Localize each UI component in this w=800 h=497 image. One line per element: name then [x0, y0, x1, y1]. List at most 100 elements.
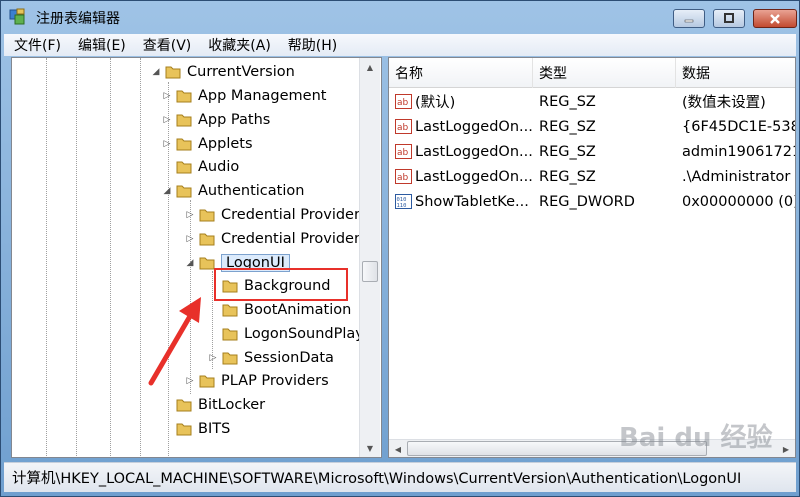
folder-icon: [222, 352, 238, 365]
value-name-cell: 010 110 ShowTabletKe...: [389, 194, 533, 210]
value-name-cell: ab LastLoggedOn...: [389, 144, 533, 160]
collapse-arrow-icon[interactable]: ◢: [151, 67, 161, 77]
minimize-button[interactable]: [673, 9, 705, 28]
window-title: 注册表编辑器: [36, 11, 120, 27]
value-name: LastLoggedOn...: [415, 143, 533, 160]
tree-item-label: Credential Provider: [221, 207, 360, 223]
value-type: REG_DWORD: [539, 193, 635, 210]
svg-text:ab: ab: [397, 123, 409, 133]
folder-icon: [222, 304, 238, 317]
tree-item-logonsoundplay[interactable]: LogonSoundPlay: [208, 323, 364, 345]
folder-icon: [199, 257, 215, 270]
value-row[interactable]: ab LastLoggedOn... REG_SZ .\Administrato…: [389, 164, 795, 189]
registry-app-icon: [9, 8, 25, 25]
scroll-up-arrow-icon[interactable]: ▲: [360, 58, 380, 76]
folder-icon: [176, 161, 192, 174]
collapse-arrow-icon[interactable]: ◢: [185, 258, 195, 268]
column-header-name[interactable]: 名称: [389, 58, 533, 88]
value-row[interactable]: ab (默认) REG_SZ (数值未设置): [389, 89, 795, 114]
tree-vertical-scrollbar[interactable]: ▲ ▼: [359, 58, 380, 457]
value-data: {6F45DC1E-5384: [682, 118, 795, 135]
folder-icon: [176, 423, 192, 436]
value-type: REG_SZ: [539, 168, 596, 185]
close-icon: [770, 13, 780, 24]
menu-view[interactable]: 查看(V): [143, 35, 192, 55]
tree-item-label: LogonSoundPlay: [244, 326, 364, 342]
key-tree-pane[interactable]: ◢ CurrentVersion ▷ App Management ▷ App …: [11, 57, 382, 458]
value-name: (默认): [415, 95, 456, 111]
string-value-icon: ab: [395, 144, 412, 159]
value-row[interactable]: ab LastLoggedOn... REG_SZ admin19061721: [389, 139, 795, 164]
maximize-button[interactable]: [713, 9, 745, 28]
tree-item-authentication[interactable]: ◢ Authentication: [162, 180, 305, 202]
scroll-thumb[interactable]: [362, 261, 378, 282]
folder-icon: [176, 114, 192, 127]
value-name-cell: ab LastLoggedOn...: [389, 169, 533, 185]
scroll-down-arrow-icon[interactable]: ▼: [360, 439, 380, 457]
value-name: LastLoggedOn...: [415, 118, 533, 135]
tree-item-app-management[interactable]: ▷ App Management: [162, 85, 327, 107]
value-row[interactable]: ab LastLoggedOn... REG_SZ {6F45DC1E-5384: [389, 114, 795, 139]
tree-item-label: App Management: [198, 88, 327, 104]
value-list-pane[interactable]: 名称 类型 数据 ab (默认) REG_SZ (数值未设置) ab LastL…: [388, 57, 796, 458]
tree-item-label: CurrentVersion: [187, 64, 295, 80]
menu-edit[interactable]: 编辑(E): [78, 35, 126, 55]
tree-item-label: BitLocker: [198, 397, 266, 413]
tree-item-bitlocker[interactable]: BitLocker: [162, 394, 265, 416]
maximize-icon: [724, 13, 734, 23]
tree-item-credential-provider-1[interactable]: ▷ Credential Provider: [185, 204, 360, 226]
folder-icon: [199, 233, 215, 246]
expand-arrow-icon[interactable]: ▷: [185, 210, 195, 220]
string-value-icon: ab: [395, 169, 412, 184]
value-data: (数值未设置): [682, 95, 766, 111]
folder-icon: [222, 328, 238, 341]
folder-icon: [176, 399, 192, 412]
title-bar[interactable]: 注册表编辑器: [1, 1, 799, 33]
scroll-left-arrow-icon[interactable]: ◀: [389, 440, 407, 458]
tree-item-sessiondata[interactable]: ▷ SessionData: [208, 347, 334, 369]
tree-item-app-paths[interactable]: ▷ App Paths: [162, 109, 271, 131]
tree-guide-line: [110, 58, 111, 457]
folder-icon: [176, 138, 192, 151]
tree-item-credential-provider-2[interactable]: ▷ Credential Provider: [185, 228, 360, 250]
svg-text:110: 110: [397, 203, 407, 209]
tree-item-applets[interactable]: ▷ Applets: [162, 133, 253, 155]
menu-favorites[interactable]: 收藏夹(A): [208, 35, 271, 55]
watermark-text: Bai du 经验: [619, 422, 773, 453]
tree-item-audio[interactable]: Audio: [162, 156, 239, 178]
expand-arrow-icon[interactable]: ▷: [162, 139, 172, 149]
value-row[interactable]: 010 110 ShowTabletKe... REG_DWORD 0x00000…: [389, 189, 795, 214]
tree-guide-line: [46, 58, 47, 457]
expand-arrow-icon[interactable]: ▷: [162, 91, 172, 101]
value-data: 0x00000000 (0): [682, 193, 795, 210]
tree-guide-line: [76, 58, 77, 457]
value-type: REG_SZ: [539, 118, 596, 135]
string-value-icon: ab: [395, 94, 412, 109]
tree-item-bootanimation[interactable]: BootAnimation: [208, 299, 351, 321]
binary-value-icon: 010110: [395, 194, 412, 209]
collapse-arrow-icon[interactable]: ◢: [162, 186, 172, 196]
svg-text:ab: ab: [397, 173, 409, 183]
value-name: LastLoggedOn...: [415, 168, 533, 185]
tree-item-label: BITS: [198, 421, 231, 437]
menu-help[interactable]: 帮助(H): [288, 35, 337, 55]
column-header-type[interactable]: 类型: [533, 58, 676, 88]
folder-icon: [199, 209, 215, 222]
tree-item-label: App Paths: [198, 112, 271, 128]
expand-arrow-icon[interactable]: ▷: [185, 234, 195, 244]
folder-icon: [176, 90, 192, 103]
tree-item-label: Audio: [198, 159, 240, 175]
tree-guide-line: [140, 58, 141, 457]
close-button[interactable]: [753, 9, 797, 28]
tree-item-label: Authentication: [198, 183, 305, 199]
column-header-data[interactable]: 数据: [676, 58, 795, 88]
expand-arrow-icon[interactable]: ▷: [162, 115, 172, 125]
tree-item-label: PLAP Providers: [221, 373, 329, 389]
red-annotation-arrow-icon: [148, 297, 201, 386]
tree-item-bits[interactable]: BITS: [162, 418, 230, 440]
tree-item-currentversion[interactable]: ◢ CurrentVersion: [151, 61, 295, 83]
menu-file[interactable]: 文件(F): [14, 35, 61, 55]
